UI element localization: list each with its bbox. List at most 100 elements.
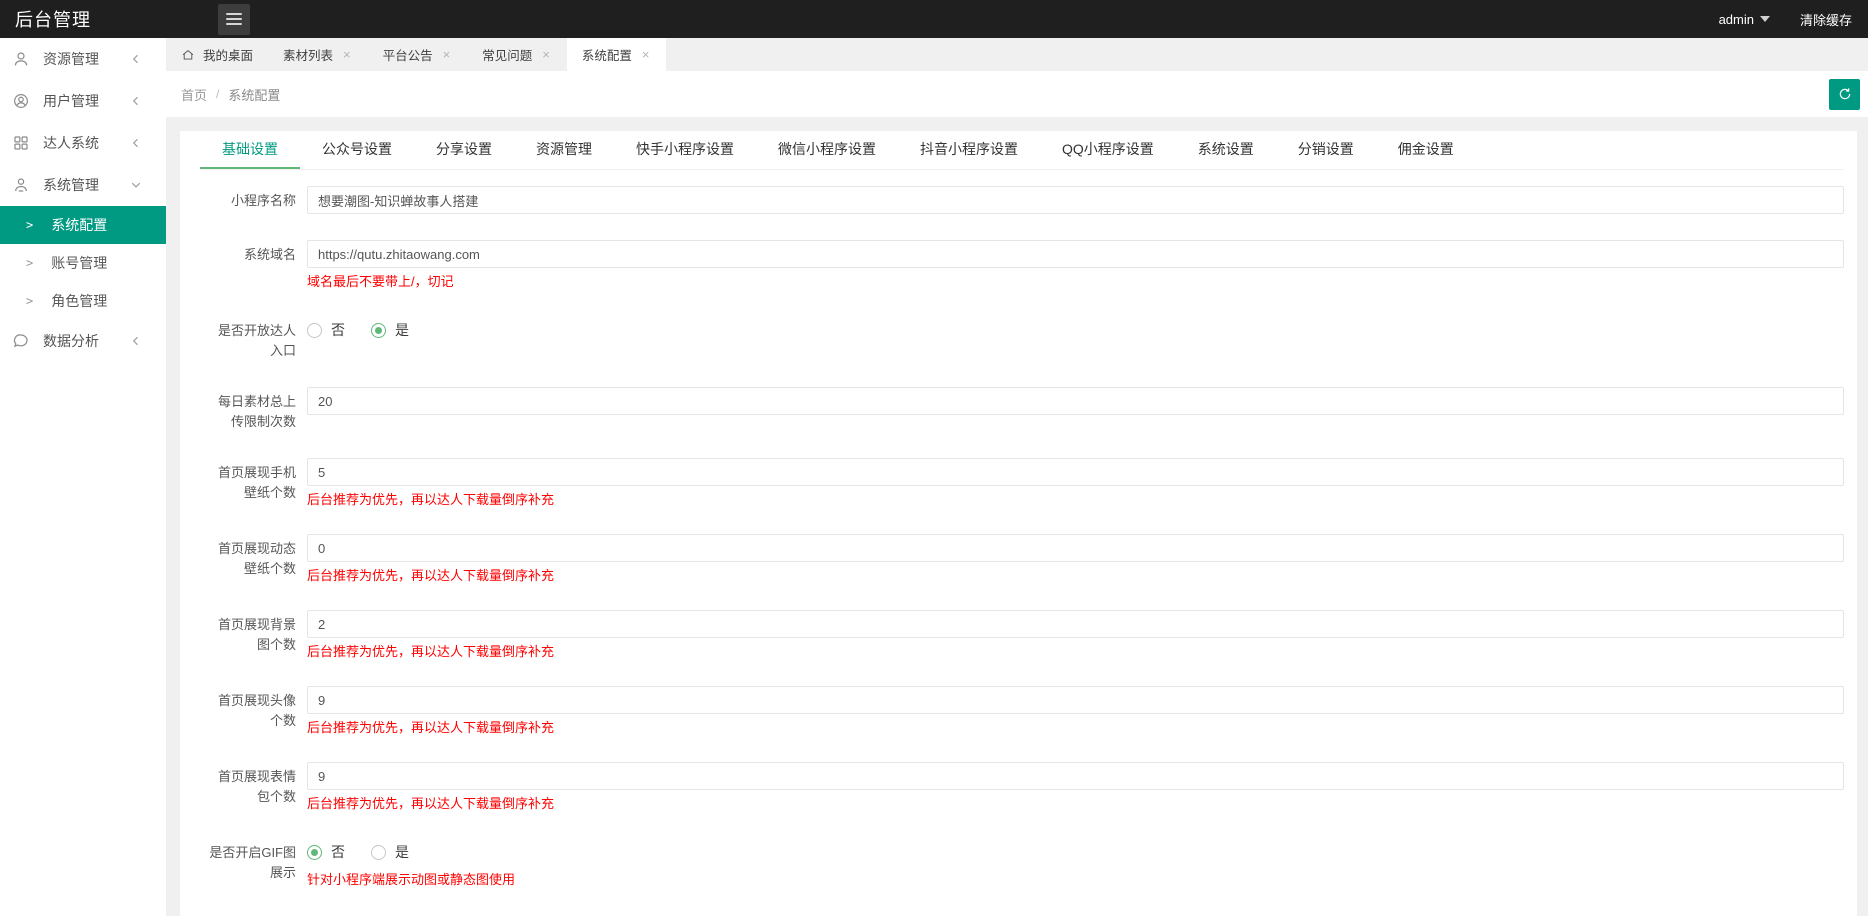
gif-display-radio-option[interactable]: 否 — [307, 842, 345, 862]
sidebar-item[interactable]: 达人系统 — [0, 122, 166, 164]
sidebar-item-label: 资源管理 — [43, 51, 99, 67]
field-control — [307, 387, 1844, 432]
admin-user-icon — [12, 176, 30, 194]
settings-tab[interactable]: 分销设置 — [1276, 131, 1376, 169]
field-label: 首页展现背景 图个数 — [217, 617, 296, 652]
sidebar-subitem-label: 系统配置 — [51, 217, 108, 233]
sidebar-item[interactable]: 用户管理 — [0, 80, 166, 122]
settings-tab[interactable]: 微信小程序设置 — [756, 131, 898, 169]
settings-tab[interactable]: 公众号设置 — [300, 131, 414, 169]
breadcrumb-separator: / — [216, 87, 220, 101]
field-hint: 后台推荐为优先，再以达人下载量倒序补充 — [307, 492, 555, 507]
field-hint: 后台推荐为优先，再以达人下载量倒序补充 — [307, 644, 555, 659]
home-background-count-input[interactable] — [307, 610, 1844, 638]
chevron-left-icon — [130, 137, 142, 149]
close-icon[interactable]: × — [540, 46, 552, 63]
settings-tab[interactable]: QQ小程序设置 — [1040, 131, 1176, 169]
sidebar-item-label: 用户管理 — [43, 93, 99, 109]
sidebar-subitem-label: 角色管理 — [51, 293, 108, 309]
settings-tab[interactable]: 佣金设置 — [1376, 131, 1476, 169]
sidebar: 资源管理用户管理达人系统系统管理 > 系统配置 > 账号管理 > 角色管理数据分析 — [0, 38, 166, 916]
sidebar-item[interactable]: 资源管理 — [0, 38, 166, 80]
sidebar-item-label: 系统管理 — [43, 177, 99, 193]
home-live-wallpaper-count-input[interactable] — [307, 534, 1844, 562]
field-control: 后台推荐为优先，再以达人下载量倒序补充 — [307, 534, 1844, 584]
settings-tab[interactable]: 资源管理 — [514, 131, 614, 169]
form-row-home-emoji-count: 首页展现表情包个数后台推荐为优先，再以达人下载量倒序补充 — [200, 762, 1844, 812]
form-row-home-avatar-count: 首页展现头像个数后台推荐为优先，再以达人下载量倒序补充 — [200, 686, 1844, 736]
refresh-icon — [1839, 88, 1850, 100]
refresh-button[interactable] — [1829, 78, 1860, 110]
field-control: 后台推荐为优先，再以达人下载量倒序补充 — [307, 610, 1844, 660]
field-label: 是否开放达人 入口 — [217, 323, 296, 358]
clear-cache-button[interactable]: 清除缓存 — [1800, 10, 1852, 29]
form-row-daily-upload-limit: 每日素材总上 传限制次数 — [200, 387, 1844, 432]
breadcrumb-home[interactable]: 首页 — [181, 85, 207, 104]
close-icon[interactable]: × — [341, 46, 353, 63]
field-label: 是否开启GIF图 展示 — [209, 845, 296, 880]
chevron-down-icon — [130, 179, 142, 191]
arrow-right-icon: > — [26, 294, 34, 308]
home-phone-wallpaper-count-input[interactable] — [307, 458, 1844, 486]
app-title: 后台管理 — [15, 10, 91, 30]
open-talent-entry-radio-option[interactable]: 是 — [371, 320, 409, 340]
radio-option-label: 是 — [395, 844, 409, 860]
form-row-system-domain: 系统域名域名最后不要带上/，切记 — [200, 240, 1844, 290]
miniapp-name-input[interactable] — [307, 186, 1844, 214]
field-label: 系统域名 — [243, 247, 296, 262]
user-icon — [12, 50, 30, 68]
caret-down-icon — [1759, 16, 1770, 22]
page-tab[interactable]: 系统配置 × — [566, 38, 667, 71]
sidebar-subitem[interactable]: > 系统配置 — [0, 206, 166, 244]
settings-tab[interactable]: 系统设置 — [1176, 131, 1276, 169]
sidebar-subitem[interactable]: > 账号管理 — [0, 244, 166, 282]
page-tab-label: 素材列表 — [283, 49, 334, 63]
page-tab[interactable]: 常见问题 × — [467, 38, 567, 71]
page-tab[interactable]: 我的桌面 — [166, 38, 268, 71]
home-avatar-count-input[interactable] — [307, 686, 1844, 714]
radio-unchecked-icon — [371, 844, 386, 860]
breadcrumb: 首页 / 系统配置 — [166, 71, 1868, 117]
settings-tab[interactable]: 分享设置 — [414, 131, 514, 169]
settings-tab[interactable]: 抖音小程序设置 — [898, 131, 1040, 169]
user-dropdown[interactable]: admin — [1719, 12, 1770, 27]
open-talent-entry-radio-option[interactable]: 否 — [307, 320, 345, 340]
field-label: 首页展现头像 个数 — [217, 693, 296, 728]
home-emoji-count-input[interactable] — [307, 762, 1844, 790]
username: admin — [1718, 11, 1754, 27]
field-label: 小程序名称 — [230, 193, 296, 208]
system-domain-input[interactable] — [307, 240, 1844, 268]
gif-display-radio-option[interactable]: 是 — [371, 842, 409, 862]
sidebar-subitem[interactable]: > 角色管理 — [0, 282, 166, 320]
sidebar-item[interactable]: 系统管理 — [0, 164, 166, 206]
radio-option-label: 否 — [331, 844, 345, 860]
field-control: 后台推荐为优先，再以达人下载量倒序补充 — [307, 686, 1844, 736]
field-hint: 针对小程序端展示动图或静态图使用 — [307, 872, 516, 887]
sidebar-item[interactable]: 数据分析 — [0, 320, 166, 362]
hamburger-icon — [226, 13, 242, 25]
home-icon — [181, 48, 195, 62]
sidebar-subitem-label: 账号管理 — [51, 255, 108, 271]
bubble-icon — [12, 332, 30, 350]
form-row-home-live-wallpaper-count: 首页展现动态壁纸个数后台推荐为优先，再以达人下载量倒序补充 — [200, 534, 1844, 584]
radio-checked-icon — [371, 322, 386, 338]
daily-upload-limit-input[interactable] — [307, 387, 1844, 415]
arrow-right-icon: > — [26, 218, 34, 232]
form-row-home-phone-wallpaper-count: 首页展现手机壁纸个数后台推荐为优先，再以达人下载量倒序补充 — [200, 458, 1844, 508]
field-control: 后台推荐为优先，再以达人下载量倒序补充 — [307, 458, 1844, 508]
field-label: 首页展现表情 包个数 — [217, 769, 296, 804]
close-icon[interactable]: × — [441, 46, 453, 63]
settings-tab[interactable]: 基础设置 — [200, 131, 300, 169]
close-icon[interactable]: × — [640, 46, 652, 63]
radio-unchecked-icon — [307, 322, 322, 338]
breadcrumb-current: 系统配置 — [228, 87, 281, 103]
page-tab[interactable]: 平台公告 × — [368, 38, 468, 71]
page-tab[interactable]: 素材列表 × — [268, 38, 368, 71]
menu-toggle-button[interactable] — [218, 3, 250, 35]
arrow-right-icon: > — [26, 256, 34, 270]
field-label: 首页展现手机 壁纸个数 — [217, 465, 296, 500]
settings-tab[interactable]: 快手小程序设置 — [614, 131, 756, 169]
settings-tabs: 基础设置 公众号设置 分享设置 资源管理 快手小程序设置 微信小程序设置 抖音小程序设置 QQ… — [200, 131, 1844, 170]
chevron-left-icon — [130, 335, 142, 347]
form-row-miniapp-name: 小程序名称 — [200, 186, 1844, 214]
